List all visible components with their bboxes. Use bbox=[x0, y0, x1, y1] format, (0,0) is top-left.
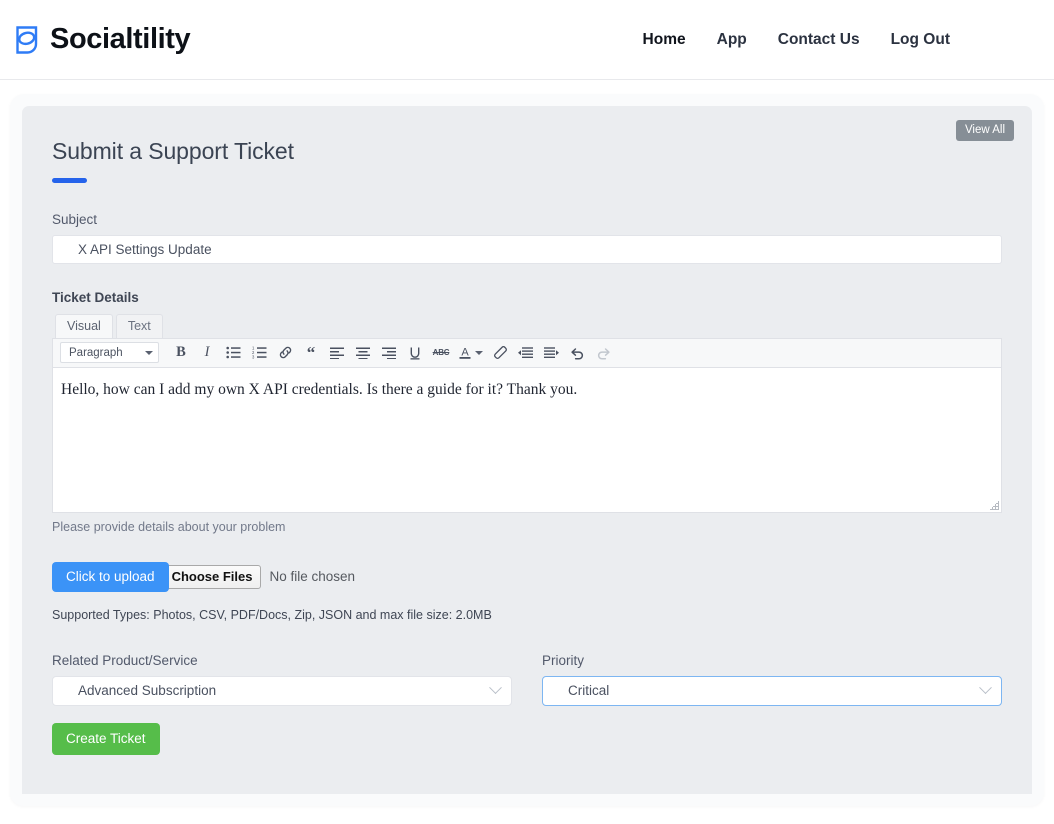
product-select[interactable]: Advanced Subscription bbox=[52, 676, 512, 706]
svg-text:3: 3 bbox=[252, 355, 255, 360]
priority-select[interactable]: Critical bbox=[542, 676, 1002, 706]
file-input[interactable]: Choose Files No file chosen bbox=[163, 565, 355, 589]
click-to-upload-button[interactable]: Click to upload bbox=[52, 562, 169, 592]
align-right-icon[interactable] bbox=[377, 341, 401, 364]
svg-text:A: A bbox=[461, 347, 469, 359]
nav-link-app[interactable]: App bbox=[717, 31, 747, 49]
blockquote-icon[interactable]: “ bbox=[299, 341, 323, 364]
ticket-form-panel: View All Submit a Support Ticket Subject… bbox=[22, 106, 1032, 794]
tab-text[interactable]: Text bbox=[116, 314, 163, 338]
create-ticket-button[interactable]: Create Ticket bbox=[52, 723, 160, 755]
editor-tabs: Visual Text bbox=[52, 314, 1002, 338]
product-select-value: Advanced Subscription bbox=[78, 683, 216, 698]
rich-text-editor: Visual Text Paragraph B I bbox=[52, 314, 1002, 513]
tab-visual[interactable]: Visual bbox=[55, 314, 113, 338]
text-color-icon[interactable]: A bbox=[455, 341, 485, 364]
clear-formatting-icon[interactable] bbox=[487, 341, 511, 364]
product-field: Related Product/Service Advanced Subscri… bbox=[52, 653, 512, 706]
brand-name: Socialtility bbox=[50, 23, 190, 56]
page-title: Submit a Support Ticket bbox=[52, 138, 1002, 165]
bold-icon[interactable]: B bbox=[169, 341, 193, 364]
strikethrough-icon[interactable]: ABC bbox=[429, 341, 453, 364]
ticket-card: View All Submit a Support Ticket Subject… bbox=[10, 94, 1044, 806]
main-nav: Home App Contact Us Log Out bbox=[643, 31, 1038, 49]
choose-files-button[interactable]: Choose Files bbox=[163, 565, 262, 589]
link-icon[interactable] bbox=[273, 341, 297, 364]
textarea-resize-handle[interactable] bbox=[988, 499, 999, 510]
redo-icon bbox=[591, 341, 615, 364]
upload-row: Click to upload Choose Files No file cho… bbox=[52, 562, 1002, 592]
format-select[interactable]: Paragraph bbox=[60, 342, 159, 363]
nav-link-home[interactable]: Home bbox=[643, 31, 686, 49]
page-wrap: View All Submit a Support Ticket Subject… bbox=[0, 80, 1054, 806]
undo-icon[interactable] bbox=[565, 341, 589, 364]
chevron-down-icon bbox=[475, 351, 483, 355]
priority-select-value: Critical bbox=[568, 683, 609, 698]
details-hint-text: Please provide details about your proble… bbox=[52, 520, 1002, 534]
view-all-button[interactable]: View All bbox=[956, 120, 1014, 141]
outdent-icon[interactable] bbox=[513, 341, 537, 364]
site-header: Socialtility Home App Contact Us Log Out bbox=[0, 0, 1054, 80]
align-left-icon[interactable] bbox=[325, 341, 349, 364]
no-file-chosen-label: No file chosen bbox=[269, 569, 355, 584]
chevron-down-icon bbox=[145, 351, 153, 355]
align-center-icon[interactable] bbox=[351, 341, 375, 364]
priority-field: Priority Critical bbox=[542, 653, 1002, 706]
chevron-down-icon bbox=[489, 682, 502, 695]
supported-types-text: Supported Types: Photos, CSV, PDF/Docs, … bbox=[52, 608, 1002, 622]
bulleted-list-icon[interactable] bbox=[221, 341, 245, 364]
chevron-down-icon bbox=[979, 682, 992, 695]
underline-icon[interactable] bbox=[403, 341, 427, 364]
editor-body-text: Hello, how can I add my own X API creden… bbox=[61, 379, 987, 401]
numbered-list-icon[interactable]: 1 2 3 bbox=[247, 341, 271, 364]
subject-input[interactable] bbox=[52, 235, 1002, 264]
title-underline-rule bbox=[52, 178, 87, 183]
product-label: Related Product/Service bbox=[52, 653, 512, 668]
italic-icon[interactable]: I bbox=[195, 341, 219, 364]
subject-label: Subject bbox=[52, 212, 1002, 227]
priority-label: Priority bbox=[542, 653, 1002, 668]
editor-toolbar: Paragraph B I 1 bbox=[52, 338, 1002, 368]
editor-content-area[interactable]: Hello, how can I add my own X API creden… bbox=[52, 368, 1002, 513]
socialtility-logo-icon bbox=[14, 25, 41, 55]
nav-link-log-out[interactable]: Log Out bbox=[891, 31, 950, 49]
select-row: Related Product/Service Advanced Subscri… bbox=[52, 653, 1002, 706]
ticket-details-label: Ticket Details bbox=[52, 290, 1002, 305]
format-select-value: Paragraph bbox=[69, 347, 123, 359]
indent-icon[interactable] bbox=[539, 341, 563, 364]
nav-link-contact-us[interactable]: Contact Us bbox=[778, 31, 860, 49]
brand-logo[interactable]: Socialtility bbox=[14, 23, 190, 56]
